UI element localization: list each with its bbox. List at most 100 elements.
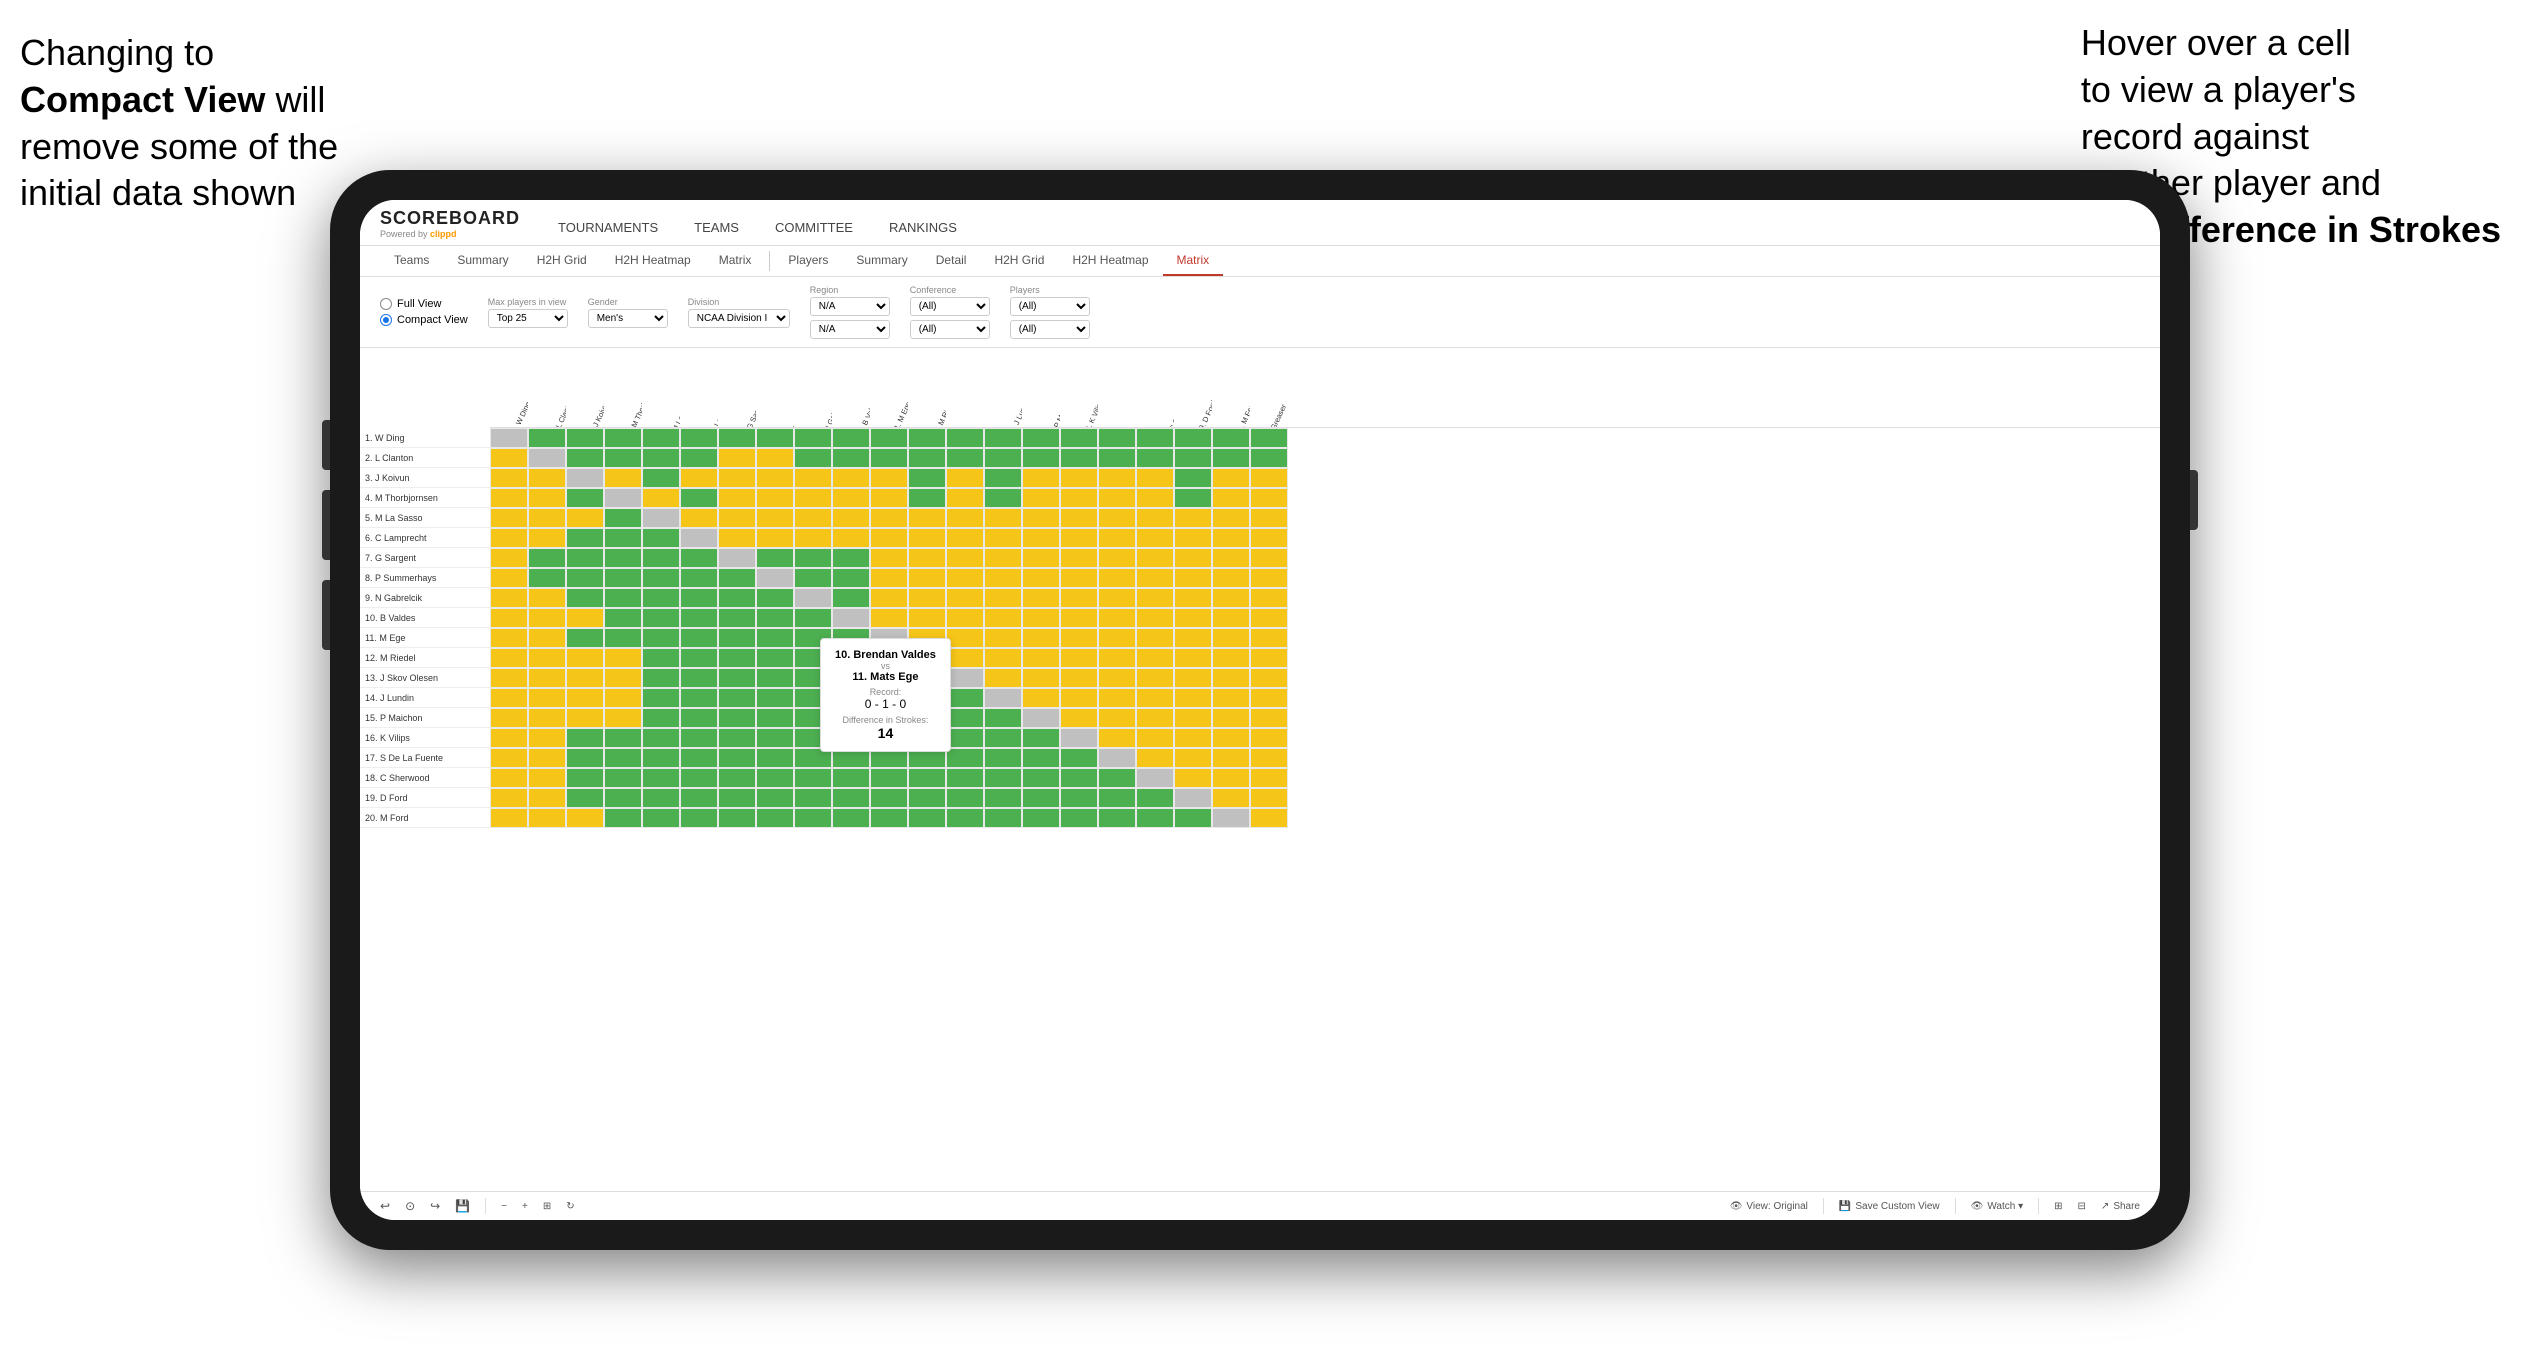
grid-cell[interactable] [528,468,566,488]
grid-cell[interactable] [1250,548,1288,568]
grid-cell[interactable] [528,748,566,768]
grid-cell[interactable] [566,628,604,648]
grid-cell[interactable] [832,468,870,488]
sub-tab-h2h-heatmap2[interactable]: H2H Heatmap [1058,246,1162,276]
grid-cell[interactable] [490,808,528,828]
grid-cell[interactable] [718,428,756,448]
grid-cell[interactable] [1098,808,1136,828]
grid-cell[interactable] [490,608,528,628]
grid-cell[interactable] [642,688,680,708]
grid-cell[interactable] [642,808,680,828]
grid-cell[interactable] [1212,628,1250,648]
grid-cell[interactable] [1022,608,1060,628]
grid-cell[interactable] [642,428,680,448]
save-custom-button[interactable]: 💾 Save Custom View [1839,1201,1940,1212]
grid-cell[interactable] [642,488,680,508]
grid-cell[interactable] [1136,448,1174,468]
grid-cell[interactable] [1022,548,1060,568]
grid-cell[interactable] [946,808,984,828]
grid-cell[interactable] [1098,548,1136,568]
grid-cell[interactable] [604,428,642,448]
grid-cell[interactable] [946,468,984,488]
grid-cell[interactable] [1136,528,1174,548]
grid-cell[interactable] [528,488,566,508]
grid-cell[interactable] [1022,448,1060,468]
grid-cell[interactable] [984,748,1022,768]
grid-cell[interactable] [1060,488,1098,508]
grid-cell[interactable] [1098,428,1136,448]
grid-cell[interactable] [870,508,908,528]
grid-cell[interactable] [1098,608,1136,628]
players-select2[interactable]: (All) [1010,320,1090,339]
grid-cell[interactable] [490,648,528,668]
grid-cell[interactable] [984,708,1022,728]
sub-tab-teams[interactable]: Teams [380,246,443,276]
grid-cell[interactable] [1212,668,1250,688]
grid-cell[interactable] [1212,728,1250,748]
grid-cell[interactable] [718,568,756,588]
grid-cell[interactable] [680,468,718,488]
grid-cell[interactable] [1136,708,1174,728]
grid-cell[interactable] [1174,548,1212,568]
grid-cell[interactable] [604,648,642,668]
grid-cell[interactable] [718,508,756,528]
grid-cell[interactable] [642,608,680,628]
grid-cell[interactable] [1174,628,1212,648]
grid-cell[interactable] [1250,808,1288,828]
sub-tab-matrix1[interactable]: Matrix [705,246,766,276]
grid-cell[interactable] [490,588,528,608]
grid-cell[interactable] [1174,728,1212,748]
grid-cell[interactable] [870,528,908,548]
grid-cell[interactable] [794,548,832,568]
grid-cell[interactable] [832,448,870,468]
grid-cell[interactable] [1250,528,1288,548]
mute-button[interactable] [322,580,330,650]
grid-cell[interactable] [908,468,946,488]
grid-cell[interactable] [946,488,984,508]
grid-cell[interactable] [1136,468,1174,488]
grid-cell[interactable] [946,608,984,628]
grid-cell[interactable] [908,488,946,508]
grid-cell[interactable] [642,528,680,548]
grid-cell[interactable] [794,768,832,788]
grid-cell[interactable] [1098,708,1136,728]
grid-cell[interactable] [1022,528,1060,548]
grid-cell[interactable] [1212,708,1250,728]
grid-cell[interactable] [870,548,908,568]
grid-cell[interactable] [1212,468,1250,488]
grid-cell[interactable] [908,808,946,828]
grid-cell[interactable] [1250,468,1288,488]
grid-cell[interactable] [756,768,794,788]
grid-cell[interactable] [1250,788,1288,808]
grid-cell[interactable] [984,768,1022,788]
grid-cell[interactable] [1022,668,1060,688]
grid-cell[interactable] [1022,428,1060,448]
grid-cell[interactable] [1136,568,1174,588]
grid-cell[interactable] [794,428,832,448]
grid-cell[interactable] [1250,568,1288,588]
grid-cell[interactable] [984,628,1022,648]
grid-cell[interactable] [718,608,756,628]
grid-cell[interactable] [718,748,756,768]
grid-cell[interactable] [528,608,566,628]
grid-cell[interactable] [794,528,832,548]
grid-cell[interactable] [832,808,870,828]
grid-cell[interactable] [1212,448,1250,468]
grid-cell[interactable] [566,588,604,608]
grid-cell[interactable] [718,628,756,648]
grid-cell[interactable] [1060,708,1098,728]
power-button[interactable] [2190,470,2198,530]
grid-cell[interactable] [1174,748,1212,768]
grid-cell[interactable] [1060,808,1098,828]
grid-cell[interactable] [642,468,680,488]
players-select1[interactable]: (All) [1010,297,1090,316]
grid-cell[interactable] [1022,468,1060,488]
save-icon-button[interactable]: 💾 [455,1199,470,1213]
grid-cell[interactable] [946,668,984,688]
grid-cell[interactable] [756,748,794,768]
grid-cell[interactable] [1212,788,1250,808]
grid-cell[interactable] [718,728,756,748]
grid-cell[interactable] [756,448,794,468]
grid-cell[interactable] [604,668,642,688]
grid-cell[interactable] [984,728,1022,748]
